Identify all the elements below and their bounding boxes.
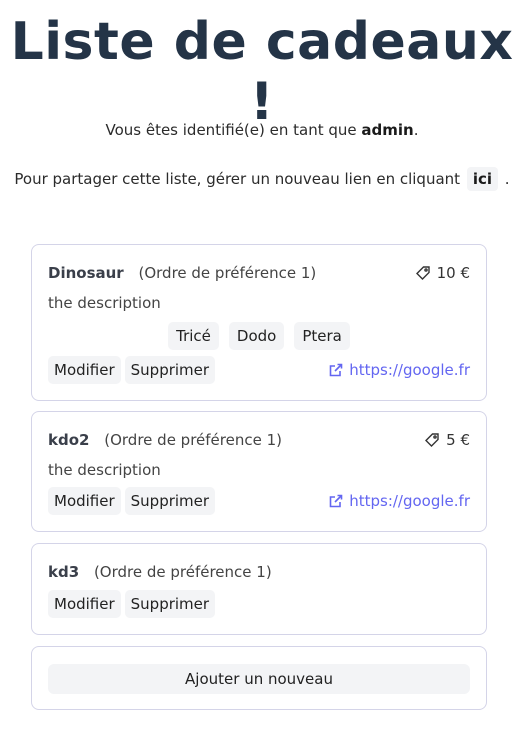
gift-name: kdo2 [48,431,90,449]
delete-button[interactable]: Supprimer [124,487,216,515]
add-card: Ajouter un nouveau [31,646,487,710]
gift-preference: (Ordre de préférence 1) [138,264,317,282]
gift-card: Dinosaur (Ordre de préférence 1) 10 € th… [31,244,487,401]
gift-description: the description [48,294,161,312]
gift-link-text: https://google.fr [349,361,470,379]
edit-button[interactable]: Modifier [48,356,121,384]
gift-name: Dinosaur [48,264,124,282]
share-prefix: Pour partager cette liste, gérer un nouv… [14,170,461,188]
edit-button[interactable]: Modifier [48,590,121,618]
username: admin [361,121,414,139]
gift-price-value: 5 € [446,431,470,449]
gift-header: Dinosaur (Ordre de préférence 1) 10 € [48,264,470,282]
gift-price: 5 € [424,431,470,449]
gift-preference: (Ordre de préférence 1) [93,563,272,581]
share-suffix: . [504,170,510,188]
gift-link-text: https://google.fr [349,492,470,510]
gift-price: 10 € [415,264,470,282]
gift-card: kd3 (Ordre de préférence 1) Modifier Sup… [31,543,487,635]
gift-tags: Tricé Dodo Ptera [32,322,486,350]
price-tag-icon [425,433,439,447]
gift-header: kd3 (Ordre de préférence 1) [48,563,470,581]
external-link-icon [329,363,343,377]
gift-actions: Modifier Supprimer [48,356,216,384]
identity-suffix: . [413,121,419,139]
identity-prefix: Vous êtes identifié(e) en tant que [105,121,357,139]
add-new-button[interactable]: Ajouter un nouveau [48,664,470,694]
gift-actions: Modifier Supprimer [48,487,216,515]
gift-description: the description [48,461,161,479]
gift-header: kdo2 (Ordre de préférence 1) 5 € [48,431,470,449]
gift-preference: (Ordre de préférence 1) [104,431,282,449]
edit-button[interactable]: Modifier [48,487,121,515]
delete-button[interactable]: Supprimer [124,356,216,384]
share-link[interactable]: ici [466,167,499,191]
external-link-icon [329,494,343,508]
price-tag-icon [415,266,430,280]
share-text: Pour partager cette liste, gérer un nouv… [0,167,524,191]
identity-text: Vous êtes identifié(e) en tant que admin… [0,121,524,139]
delete-button[interactable]: Supprimer [124,590,216,618]
gift-tag: Tricé [168,322,219,350]
gift-price-value: 10 € [436,264,470,282]
gift-tag: Dodo [228,322,285,350]
gift-link[interactable]: https://google.fr [328,492,470,510]
gift-card: kdo2 (Ordre de préférence 1) 5 € the des… [31,411,487,532]
gift-actions: Modifier Supprimer [48,590,216,618]
gift-link[interactable]: https://google.fr [328,361,470,379]
gift-name: kd3 [48,563,80,581]
page-title: Liste de cadeaux ! [10,12,514,132]
gift-tag: Ptera [294,322,350,350]
